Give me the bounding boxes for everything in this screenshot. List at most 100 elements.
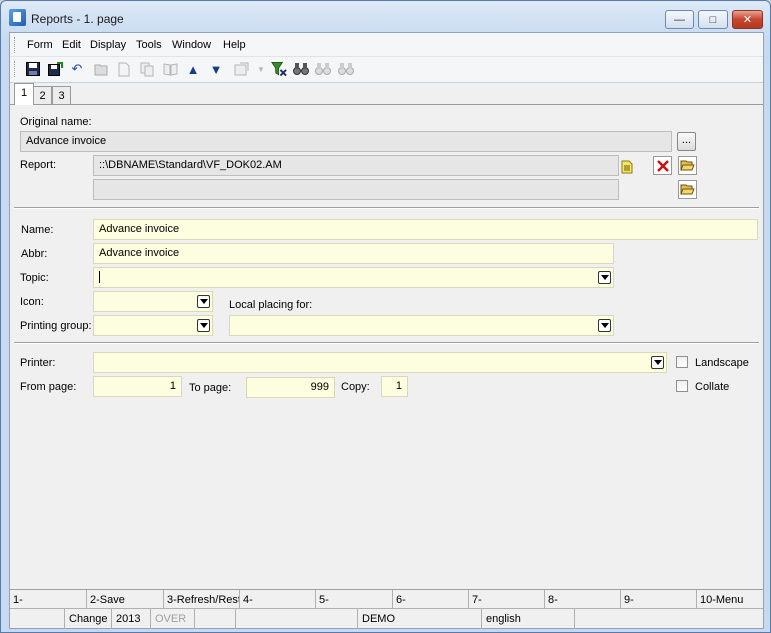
menu-edit[interactable]: Edit [62, 39, 81, 51]
toolbar: ↶ ▲ ▼ ▼ [10, 57, 763, 83]
status-language: english [482, 609, 575, 629]
fkey-9[interactable]: 9- [621, 590, 697, 609]
copy-icon [139, 61, 155, 77]
collate-checkbox[interactable] [676, 380, 688, 392]
tab-2[interactable]: 2 [33, 86, 52, 105]
arrow-down-icon[interactable]: ▼ [208, 61, 224, 77]
icon-select[interactable] [93, 291, 213, 312]
report-window: Reports - 1. page — □ ✕ Form Edit Displa… [0, 0, 771, 633]
menu-display[interactable]: Display [90, 39, 126, 51]
fkey-4[interactable]: 4- [240, 590, 316, 609]
save-icon[interactable] [25, 61, 41, 77]
open-report2-button[interactable] [678, 180, 697, 199]
menu-window[interactable]: Window [172, 39, 211, 51]
tab-1-label: 1 [20, 87, 28, 99]
printer-select[interactable] [93, 352, 667, 373]
menu-form[interactable]: Form [27, 39, 53, 51]
chevron-down-icon[interactable] [197, 295, 210, 308]
status-database: DEMO [358, 609, 482, 629]
menu-help[interactable]: Help [223, 39, 246, 51]
chevron-down-icon[interactable] [598, 319, 611, 332]
fkey-1[interactable]: 1- [10, 590, 87, 609]
topic-label: Topic: [20, 272, 49, 284]
tab-1[interactable]: 1 [14, 83, 34, 105]
name-field[interactable]: Advance invoice [93, 219, 758, 240]
dropdown-arrow-icon: ▼ [257, 64, 265, 74]
separator-2 [14, 342, 759, 344]
page-tabs: 1 2 3 [10, 83, 763, 105]
undo-icon[interactable]: ↶ [69, 61, 85, 77]
landscape-checkbox[interactable] [676, 356, 688, 368]
maximize-icon: □ [709, 13, 717, 26]
status-year: 2013 [112, 609, 151, 629]
fkey-8[interactable]: 8- [545, 590, 621, 609]
from-page-label: From page: [20, 381, 77, 393]
menu-bar: Form Edit Display Tools Window Help [10, 33, 763, 57]
form-panel: Original name: Advance invoice ... Repor… [10, 104, 763, 587]
abbr-field[interactable]: Advance invoice [93, 243, 614, 264]
local-placing-label: Local placing for: [229, 299, 313, 311]
icon-label: Icon: [20, 296, 44, 308]
binoculars-icon[interactable] [293, 61, 309, 77]
menu-tools[interactable]: Tools [136, 39, 162, 51]
fkey-6[interactable]: 6- [393, 590, 469, 609]
find-next-icon [315, 61, 331, 77]
find-previous-icon [338, 61, 354, 77]
client-area: Form Edit Display Tools Window Help ↶ ▲ … [9, 32, 764, 629]
book-icon [162, 61, 178, 77]
printing-group-label: Printing group: [20, 320, 92, 332]
filter-icon[interactable] [271, 61, 287, 77]
open-folder-icon [93, 61, 109, 77]
app-icon [9, 9, 26, 26]
chevron-down-icon[interactable] [598, 271, 611, 284]
properties-icon [233, 61, 249, 77]
text-cursor [99, 271, 100, 284]
to-page-field[interactable]: 999 [246, 377, 335, 398]
original-name-field[interactable]: Advance invoice [20, 131, 672, 152]
fkey-3-refresh[interactable]: 3-Refresh/Rest [164, 590, 240, 609]
printer-label: Printer: [20, 357, 56, 369]
open-folder-icon [680, 184, 695, 195]
printing-group-select[interactable] [93, 315, 213, 336]
title-bar[interactable]: Reports - 1. page — □ ✕ [1, 1, 770, 33]
landscape-label: Landscape [695, 357, 749, 369]
tab-2-label: 2 [39, 90, 46, 102]
from-page-field[interactable]: 1 [93, 376, 182, 397]
fkey-5[interactable]: 5- [316, 590, 393, 609]
report-path-field[interactable]: ::\DBNAME\Standard\VF_DOK02.AM [93, 155, 619, 176]
browse-button[interactable]: ... [677, 132, 696, 151]
function-key-bar: 1- 2-Save 3-Refresh/Rest 4- 5- 6- 7- 8- … [10, 589, 763, 609]
minimize-button[interactable]: — [665, 10, 694, 29]
open-folder-icon [680, 160, 695, 171]
fkey-10-menu[interactable]: 10-Menu [697, 590, 763, 609]
menu-grip[interactable] [14, 37, 17, 53]
local-placing-select[interactable] [229, 315, 614, 336]
status-cell-empty-4 [575, 609, 763, 629]
report-file-icon[interactable] [617, 157, 636, 176]
open-report-button[interactable] [678, 156, 697, 175]
name-label: Name: [21, 224, 54, 236]
clear-report-button[interactable] [653, 156, 672, 175]
fkey-2-save[interactable]: 2-Save [87, 590, 164, 609]
fkey-7[interactable]: 7- [469, 590, 545, 609]
chevron-down-icon[interactable] [197, 319, 210, 332]
maximize-button[interactable]: □ [698, 10, 728, 29]
copy-label: Copy: [341, 381, 370, 393]
to-page-label: To page: [189, 382, 232, 394]
toolbar-grip[interactable] [14, 61, 17, 77]
arrow-up-icon[interactable]: ▲ [185, 61, 201, 77]
status-cell-empty-1 [10, 609, 65, 629]
original-name-label: Original name: [20, 116, 92, 128]
topic-select[interactable] [93, 267, 614, 288]
new-document-icon [116, 61, 132, 77]
window-title: Reports - 1. page [31, 12, 124, 26]
report-path2-field[interactable] [93, 179, 619, 200]
close-window-button[interactable]: ✕ [732, 10, 763, 29]
tab-3[interactable]: 3 [52, 86, 71, 105]
save-as-icon[interactable] [47, 61, 63, 77]
abbr-label: Abbr: [21, 248, 48, 260]
status-bar: Change 2013 OVER DEMO english [10, 608, 763, 629]
chevron-down-icon[interactable] [651, 356, 664, 369]
status-mode: Change [65, 609, 112, 629]
copy-field[interactable]: 1 [381, 376, 408, 397]
